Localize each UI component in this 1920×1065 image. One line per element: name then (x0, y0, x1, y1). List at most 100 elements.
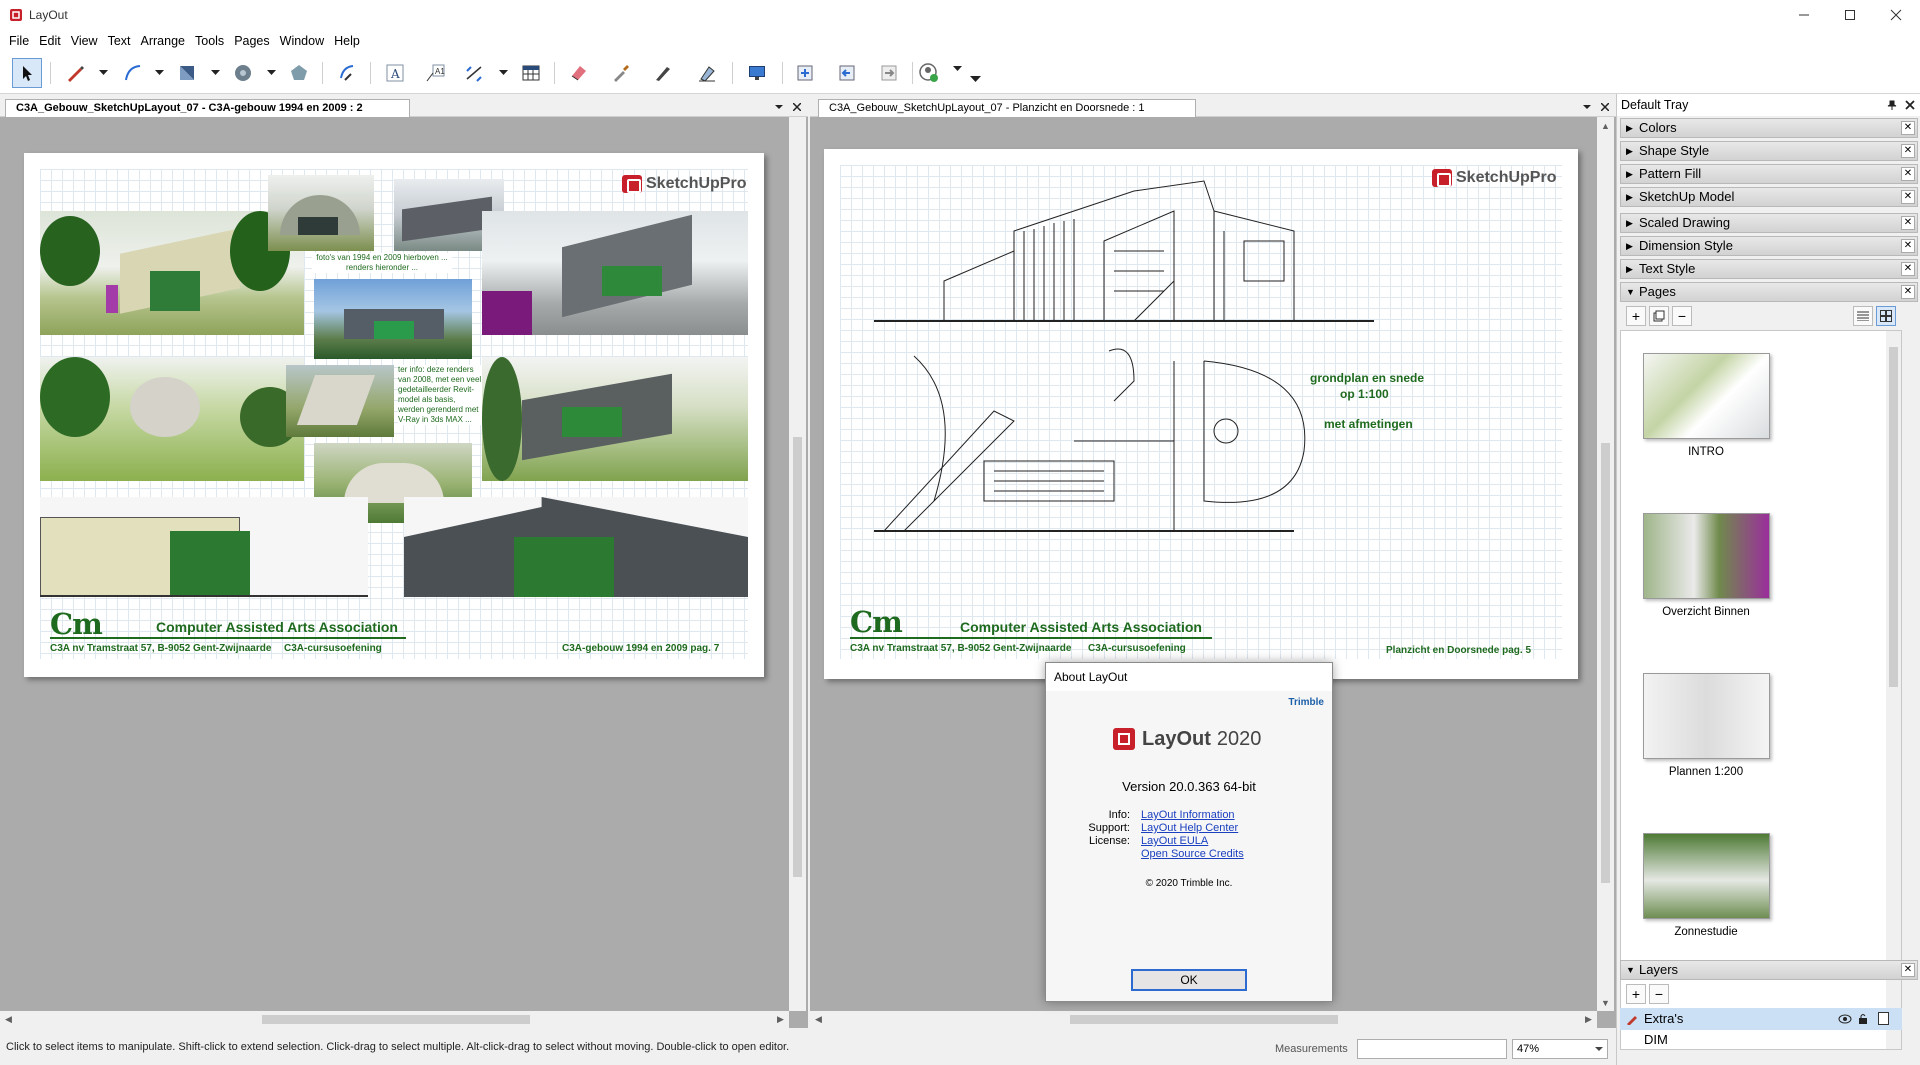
menu-tools[interactable]: Tools (190, 30, 229, 52)
menu-edit[interactable]: Edit (34, 30, 66, 52)
open-source-credits-link[interactable]: Open Source Credits (1141, 848, 1244, 860)
tray-section-sketchup-model[interactable]: ▶ SketchUp Model ✕ (1620, 187, 1918, 207)
scroll-up-arrow[interactable]: ▲ (1597, 117, 1614, 134)
scroll-thumb[interactable] (793, 437, 802, 877)
eula-link[interactable]: LayOut EULA (1141, 835, 1208, 847)
table-tool-button[interactable] (516, 58, 546, 88)
close-section-icon[interactable]: ✕ (1901, 144, 1915, 158)
layout-information-link[interactable]: LayOut Information (1141, 809, 1235, 821)
close-tab-button[interactable] (790, 99, 804, 115)
tray-section-pattern-fill[interactable]: ▶ Pattern Fill ✕ (1620, 164, 1918, 184)
layer-row-extras[interactable]: Extra's (1620, 1008, 1902, 1030)
ok-button[interactable]: OK (1131, 969, 1247, 991)
delete-page-button[interactable]: − (1672, 306, 1692, 326)
zoom-select[interactable]: 47% (1512, 1039, 1608, 1059)
offset-tool-button[interactable] (332, 58, 362, 88)
menu-help[interactable]: Help (329, 30, 365, 52)
close-section-icon[interactable]: ✕ (1901, 190, 1915, 204)
menu-pages[interactable]: Pages (229, 30, 274, 52)
page-thumb-overzicht-binnen[interactable] (1643, 513, 1770, 599)
close-section-icon[interactable]: ✕ (1901, 167, 1915, 181)
text-tool-button[interactable]: A (380, 58, 410, 88)
arc-tool-button[interactable] (118, 58, 148, 88)
tray-section-text-style[interactable]: ▶ Text Style ✕ (1620, 259, 1918, 279)
close-section-icon[interactable]: ✕ (1901, 285, 1915, 299)
pages-scrollbar[interactable] (1886, 331, 1901, 1049)
lock-icon[interactable] (1858, 1013, 1868, 1025)
page-thumb-zonnestudie[interactable] (1643, 833, 1770, 919)
scroll-thumb[interactable] (1601, 443, 1610, 883)
close-section-icon[interactable]: ✕ (1901, 216, 1915, 230)
maximize-button[interactable] (1827, 0, 1873, 30)
add-page-button[interactable]: + (1626, 306, 1646, 326)
menu-window[interactable]: Window (275, 30, 329, 52)
tray-section-colors[interactable]: ▶ Colors ✕ (1620, 118, 1918, 138)
delete-layer-button[interactable]: − (1649, 984, 1669, 1004)
rectangle-tool-dropdown[interactable] (208, 58, 222, 88)
scroll-left-arrow[interactable]: ◀ (810, 1011, 827, 1028)
tray-section-scaled-drawing[interactable]: ▶ Scaled Drawing ✕ (1620, 213, 1918, 233)
tray-section-shape-style[interactable]: ▶ Shape Style ✕ (1620, 141, 1918, 161)
close-window-button[interactable] (1873, 0, 1919, 30)
horizontal-scrollbar-left[interactable]: ◀ ▶ (0, 1011, 789, 1028)
scroll-thumb[interactable] (1889, 347, 1898, 687)
tab-document-left[interactable]: C3A_Gebouw_SketchUpLayout_07 - C3A-gebou… (5, 99, 410, 117)
tray-section-pages[interactable]: ▼ Pages ✕ (1620, 282, 1918, 302)
split-tool-button[interactable] (648, 58, 678, 88)
minimize-button[interactable] (1781, 0, 1827, 30)
style-tool-button[interactable] (606, 58, 636, 88)
duplicate-page-button[interactable] (1649, 306, 1669, 326)
tab-list-dropdown[interactable] (1580, 99, 1594, 115)
document-page-left[interactable]: SketchUpPro foto's van 1994 en 2009 hier… (24, 153, 764, 677)
join-tool-button[interactable] (692, 58, 722, 88)
close-section-icon[interactable]: ✕ (1901, 262, 1915, 276)
menu-view[interactable]: View (66, 30, 103, 52)
label-tool-button[interactable]: A1 (420, 58, 450, 88)
measurements-input[interactable] (1357, 1039, 1507, 1059)
tray-section-layers[interactable]: ▼ Layers ✕ (1620, 960, 1918, 980)
circle-tool-dropdown[interactable] (264, 58, 278, 88)
scroll-left-arrow[interactable]: ◀ (0, 1011, 17, 1028)
close-icon[interactable] (1905, 100, 1915, 110)
arc-tool-dropdown[interactable] (152, 58, 166, 88)
document-page-right[interactable]: SketchUpPro grondplan en snede op 1:100 … (824, 149, 1578, 679)
account-dropdown[interactable] (950, 54, 964, 84)
tab-list-dropdown[interactable] (772, 99, 786, 115)
vertical-scrollbar-left[interactable] (789, 117, 806, 1011)
previous-page-button[interactable] (832, 58, 862, 88)
scroll-down-arrow[interactable]: ▼ (1597, 994, 1614, 1011)
page-thumb-plannen[interactable] (1643, 673, 1770, 759)
select-tool-button[interactable] (12, 58, 42, 88)
close-tab-button[interactable] (1598, 99, 1612, 115)
eye-icon[interactable] (1838, 1014, 1852, 1024)
eraser-tool-button[interactable] (564, 58, 594, 88)
start-presentation-button[interactable] (742, 58, 772, 88)
scroll-thumb[interactable] (262, 1015, 530, 1024)
scroll-right-arrow[interactable]: ▶ (1580, 1011, 1597, 1028)
add-layer-button[interactable]: + (1626, 984, 1646, 1004)
help-center-link[interactable]: LayOut Help Center (1141, 822, 1238, 834)
account-button[interactable] (914, 58, 944, 88)
rectangle-tool-button[interactable] (172, 58, 202, 88)
toolbar-overflow-button[interactable] (968, 64, 982, 94)
pin-icon[interactable] (1887, 100, 1897, 110)
circle-tool-button[interactable] (228, 58, 258, 88)
dimension-tool-button[interactable] (460, 58, 490, 88)
thumbnail-view-button[interactable] (1876, 306, 1896, 326)
scroll-thumb[interactable] (1070, 1015, 1338, 1024)
line-tool-dropdown[interactable] (96, 58, 110, 88)
scroll-right-arrow[interactable]: ▶ (772, 1011, 789, 1028)
polygon-tool-button[interactable] (284, 58, 314, 88)
horizontal-scrollbar-right[interactable]: ◀ ▶ (810, 1011, 1597, 1028)
layer-row-dim[interactable]: DIM (1620, 1030, 1902, 1050)
dimension-tool-dropdown[interactable] (496, 58, 510, 88)
next-page-button[interactable] (874, 58, 904, 88)
add-page-button[interactable] (790, 58, 820, 88)
close-section-icon[interactable]: ✕ (1901, 239, 1915, 253)
tab-document-right[interactable]: C3A_Gebouw_SketchUpLayout_07 - Planzicht… (818, 99, 1196, 117)
page-icon[interactable] (1878, 1012, 1890, 1026)
close-section-icon[interactable]: ✕ (1901, 121, 1915, 135)
page-thumb-intro[interactable] (1643, 353, 1770, 439)
tray-section-dimension-style[interactable]: ▶ Dimension Style ✕ (1620, 236, 1918, 256)
menu-arrange[interactable]: Arrange (136, 30, 190, 52)
